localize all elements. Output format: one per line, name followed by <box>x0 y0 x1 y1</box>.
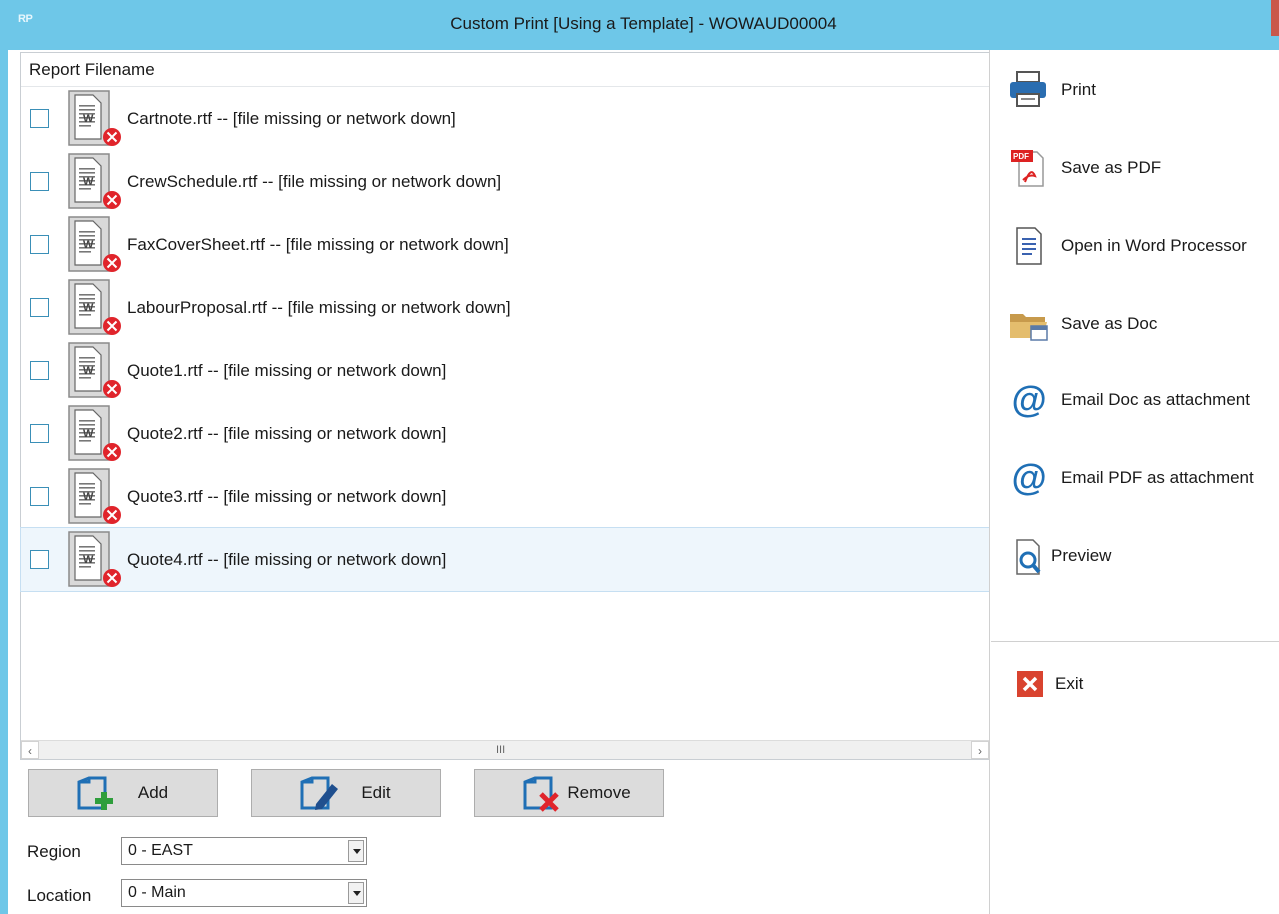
pdf-icon: PDF <box>1007 146 1051 190</box>
report-row[interactable]: W CrewSchedule.rtf -- [file missing or n… <box>21 150 989 213</box>
svg-text:W: W <box>83 239 94 251</box>
row-filename-label: Quote3.rtf -- [file missing or network d… <box>127 486 447 506</box>
svg-text:W: W <box>83 176 94 188</box>
column-header-report-filename[interactable]: Report Filename <box>21 53 989 87</box>
location-label: Location <box>27 886 92 905</box>
add-button-label: Add <box>137 783 169 802</box>
horizontal-scrollbar[interactable]: ‹ III › <box>21 740 989 759</box>
region-label: Region <box>27 842 81 861</box>
title-bar[interactable]: RP Custom Print [Using a Template] - WOW… <box>8 0 1279 50</box>
location-value: 0 - Main <box>128 884 186 901</box>
preview-magnifier-icon <box>1007 534 1051 578</box>
svg-text:W: W <box>83 428 94 440</box>
at-sign-icon: @ <box>1007 456 1051 500</box>
save-as-doc-action[interactable]: Save as Doc <box>1007 302 1157 346</box>
word-document-icon <box>1007 224 1051 268</box>
row-filename-label: FaxCoverSheet.rtf -- [file missing or ne… <box>127 234 509 254</box>
row-checkbox[interactable] <box>30 550 49 569</box>
report-row[interactable]: W Cartnote.rtf -- [file missing or netwo… <box>21 87 989 150</box>
scroll-right-button[interactable]: › <box>971 741 989 759</box>
row-filename-label: Quote4.rtf -- [file missing or network d… <box>127 549 447 569</box>
preview-label: Preview <box>1051 546 1112 565</box>
word-document-missing-icon: W <box>67 341 125 401</box>
word-document-missing-icon: W <box>67 215 125 275</box>
svg-text:W: W <box>83 113 94 125</box>
chevron-down-icon[interactable] <box>348 882 364 904</box>
scroll-grip[interactable]: III <box>496 741 505 759</box>
svg-text:@: @ <box>1011 379 1046 420</box>
window-title: Custom Print [Using a Template] - WOWAUD… <box>450 14 837 33</box>
window-left-border <box>0 0 8 914</box>
svg-text:@: @ <box>1011 457 1046 498</box>
svg-text:W: W <box>83 365 94 377</box>
region-select[interactable]: 0 - EAST <box>121 837 367 865</box>
region-value: 0 - EAST <box>128 842 193 859</box>
report-row[interactable]: W Quote1.rtf -- [file missing or network… <box>21 339 989 402</box>
report-row[interactable]: W Quote4.rtf -- [file missing or network… <box>20 527 990 592</box>
remove-button[interactable]: Remove <box>474 769 664 817</box>
edit-button-label: Edit <box>361 783 391 802</box>
print-label: Print <box>1061 80 1096 99</box>
close-icon <box>1007 662 1051 706</box>
action-separator <box>991 641 1279 642</box>
chevron-down-icon[interactable] <box>348 840 364 862</box>
row-filename-label: Cartnote.rtf -- [file missing or network… <box>127 108 456 128</box>
row-checkbox[interactable] <box>30 487 49 506</box>
save-as-pdf-label: Save as PDF <box>1061 158 1162 177</box>
at-sign-icon: @ <box>1007 378 1051 422</box>
open-in-word-processor-label: Open in Word Processor <box>1061 236 1247 255</box>
word-document-missing-icon: W <box>67 404 125 464</box>
word-document-missing-icon: W <box>67 530 125 590</box>
report-row[interactable]: W FaxCoverSheet.rtf -- [file missing or … <box>21 213 989 276</box>
report-row[interactable]: W Quote2.rtf -- [file missing or network… <box>21 402 989 465</box>
email-pdf-attachment-label: Email PDF as attachment <box>1061 468 1254 487</box>
svg-text:W: W <box>83 491 94 503</box>
preview-action[interactable]: Preview <box>1007 534 1111 578</box>
remove-button-label: Remove <box>567 783 631 802</box>
svg-text:PDF: PDF <box>1013 152 1029 161</box>
email-doc-attachment-action[interactable]: @ Email Doc as attachment <box>1007 378 1250 422</box>
save-as-pdf-action[interactable]: PDF Save as PDF <box>1007 146 1161 190</box>
exit-label: Exit <box>1055 674 1084 693</box>
report-list[interactable]: Report Filename W Cartnote.rtf -- [file … <box>20 52 990 760</box>
report-row[interactable]: W Quote3.rtf -- [file missing or network… <box>21 465 989 528</box>
edit-button[interactable]: Edit <box>251 769 441 817</box>
folder-icon <box>1007 302 1051 346</box>
row-checkbox[interactable] <box>30 172 49 191</box>
row-checkbox[interactable] <box>30 424 49 443</box>
email-pdf-attachment-action[interactable]: @ Email PDF as attachment <box>1007 456 1254 500</box>
open-in-word-processor-action[interactable]: Open in Word Processor <box>1007 224 1247 268</box>
word-document-missing-icon: W <box>67 278 125 338</box>
word-document-missing-icon: W <box>67 152 125 212</box>
exit-action[interactable]: Exit <box>1007 662 1083 706</box>
word-document-missing-icon: W <box>67 89 125 149</box>
row-filename-label: CrewSchedule.rtf -- [file missing or net… <box>127 171 502 191</box>
report-row[interactable]: W LabourProposal.rtf -- [file missing or… <box>21 276 989 339</box>
close-window-button[interactable] <box>1271 0 1279 36</box>
svg-text:W: W <box>83 302 94 314</box>
svg-text:W: W <box>83 554 94 566</box>
report-rows: W Cartnote.rtf -- [file missing or netwo… <box>20 87 990 592</box>
panel-divider <box>989 50 990 914</box>
location-select[interactable]: 0 - Main <box>121 879 367 907</box>
email-doc-attachment-label: Email Doc as attachment <box>1061 390 1250 409</box>
row-filename-label: Quote1.rtf -- [file missing or network d… <box>127 360 447 380</box>
row-checkbox[interactable] <box>30 298 49 317</box>
row-checkbox[interactable] <box>30 361 49 380</box>
row-checkbox[interactable] <box>30 235 49 254</box>
word-document-missing-icon: W <box>67 467 125 527</box>
scroll-left-button[interactable]: ‹ <box>21 741 39 759</box>
row-checkbox[interactable] <box>30 109 49 128</box>
add-button[interactable]: Add <box>28 769 218 817</box>
row-filename-label: LabourProposal.rtf -- [file missing or n… <box>127 297 511 317</box>
print-action[interactable]: Print <box>1007 68 1096 112</box>
row-filename-label: Quote2.rtf -- [file missing or network d… <box>127 423 447 443</box>
save-as-doc-label: Save as Doc <box>1061 314 1158 333</box>
printer-icon <box>1007 68 1051 112</box>
